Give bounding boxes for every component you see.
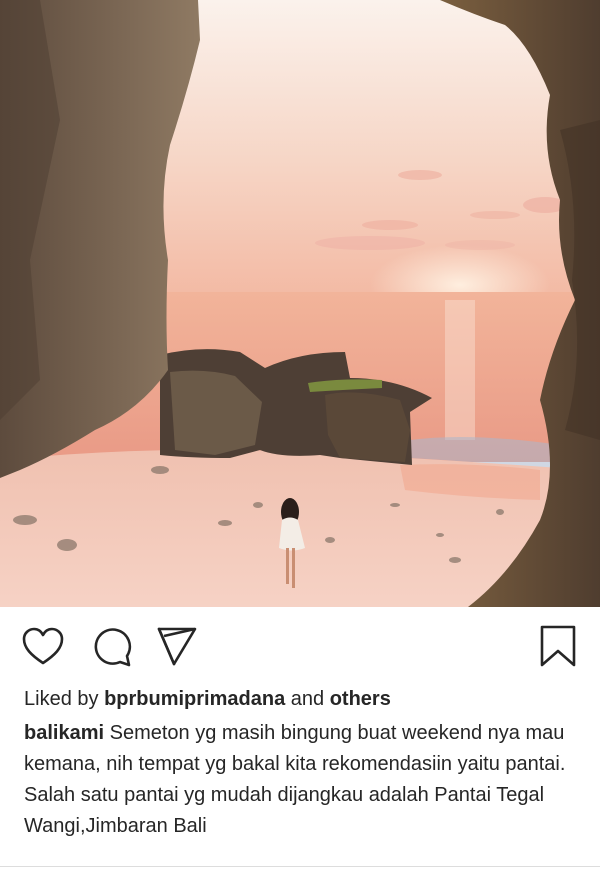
post-action-bar (0, 607, 600, 681)
comment-icon[interactable] (89, 625, 133, 669)
caption-text-1: Semeton yg masih bingung buat weekend ny… (24, 722, 566, 775)
liked-by-username[interactable]: bprbumiprimadana (104, 688, 285, 710)
caption-line-2: Salah satu pantai yg mudah dijangkau ada… (24, 784, 545, 837)
liked-by-and: and (290, 688, 325, 710)
caption-line-1: balikami Semeton yg masih bingung buat w… (24, 718, 584, 780)
bookmark-icon[interactable] (536, 625, 580, 669)
caption-username[interactable]: balikami (24, 722, 104, 744)
send-icon[interactable] (155, 625, 199, 669)
beach-cave-photo (0, 0, 600, 607)
likes-line: Liked by bprbumiprimadana and others (24, 686, 391, 712)
divider (0, 866, 600, 867)
post-caption: balikami Semeton yg masih bingung buat w… (24, 718, 584, 842)
post-photo[interactable] (0, 0, 600, 607)
liked-by-prefix: Liked by (24, 688, 99, 710)
heart-icon[interactable] (21, 625, 65, 669)
liked-by-others[interactable]: others (330, 688, 391, 710)
